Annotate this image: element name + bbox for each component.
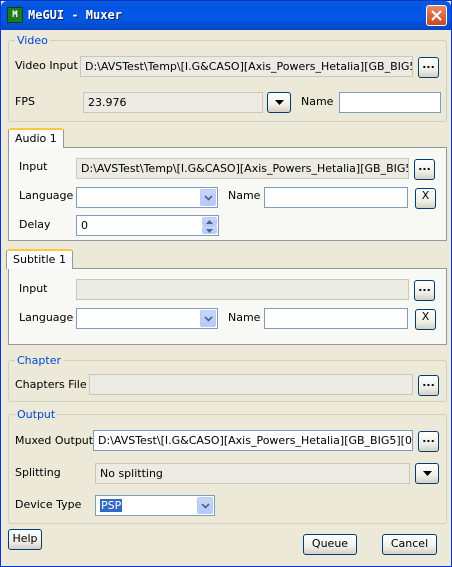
subtitle-language-label: Language	[19, 311, 74, 324]
video-browse-button[interactable]: ...	[418, 57, 439, 78]
video-name-field[interactable]	[339, 92, 441, 113]
cancel-button[interactable]: Cancel	[382, 534, 437, 555]
fps-dropdown-button[interactable]	[267, 92, 291, 113]
tab-subtitle-1[interactable]: Subtitle 1	[6, 249, 73, 269]
audio-delay-label: Delay	[19, 218, 51, 231]
muxer-window: M MeGUI - Muxer Video Video Input D:\AVS…	[0, 0, 452, 567]
chapters-file-label: Chapters File	[15, 378, 87, 391]
tab-audio-1-label: Audio 1	[15, 132, 57, 145]
subtitle-input-field[interactable]	[76, 279, 409, 300]
audio-language-dropdown[interactable]	[200, 189, 216, 206]
megui-app-icon: M	[7, 7, 23, 23]
splitting-dropdown-button[interactable]	[415, 463, 439, 484]
video-name-label: Name	[301, 95, 334, 108]
muxed-output-label: Muxed Output	[15, 434, 94, 447]
delay-spin-buttons[interactable]	[202, 217, 217, 234]
splitting-label: Splitting	[15, 466, 61, 479]
video-input-label: Video Input	[15, 59, 78, 72]
cancel-button-label: Cancel	[390, 537, 429, 550]
chapter-group: Chapter Chapters File ...	[8, 354, 447, 402]
arrow-up-icon	[206, 220, 213, 224]
audio-language-label: Language	[19, 189, 74, 202]
subtitle-clear-button[interactable]: X	[415, 309, 436, 330]
chapter-browse-button[interactable]: ...	[418, 375, 439, 396]
subtitle-input-label: Input	[19, 282, 48, 295]
audio-clear-button[interactable]: X	[415, 188, 436, 209]
device-type-label: Device Type	[15, 498, 82, 511]
audio-tab-panel: Input D:\AVSTest\Temp\[I.G&CASO][Axis_Po…	[8, 147, 447, 241]
fps-field[interactable]: 23.976	[83, 92, 263, 113]
video-group: Video Video Input D:\AVSTest\Temp\[I.G&C…	[8, 34, 447, 122]
subtitle-browse-button[interactable]: ...	[414, 280, 435, 301]
fps-label: FPS	[15, 95, 35, 108]
audio-name-field[interactable]	[264, 187, 408, 208]
output-group: Output Muxed Output D:\AVSTest\[I.G&CASO…	[8, 408, 447, 524]
subtitle-language-dropdown[interactable]	[200, 310, 216, 327]
output-group-title: Output	[15, 408, 58, 421]
subtitle-tab-panel: Input ... Language Name X	[8, 268, 447, 345]
chevron-down-icon	[204, 195, 213, 201]
chevron-down-icon	[423, 471, 432, 476]
chapter-group-title: Chapter	[15, 354, 63, 367]
video-input-field[interactable]: D:\AVSTest\Temp\[I.G&CASO][Axis_Powers_H…	[80, 56, 413, 77]
audio-name-label: Name	[228, 189, 261, 202]
output-browse-button[interactable]: ...	[418, 431, 439, 452]
chapters-file-field[interactable]	[89, 374, 413, 395]
close-icon	[431, 10, 442, 21]
subtitle-language-combo[interactable]	[76, 308, 218, 329]
queue-button[interactable]: Queue	[303, 534, 357, 555]
chevron-down-icon	[201, 503, 210, 509]
help-button-label: Help	[12, 532, 38, 545]
window-title: MeGUI - Muxer	[28, 8, 122, 22]
audio-delay-stepper[interactable]: 0	[76, 215, 219, 236]
audio-input-label: Input	[19, 160, 48, 173]
muxed-output-field[interactable]: D:\AVSTest\[I.G&CASO][Axis_Powers_Hetali…	[93, 430, 413, 451]
delay-down-button[interactable]	[202, 225, 217, 234]
device-type-combo[interactable]: PSP	[95, 495, 215, 516]
tab-audio-1[interactable]: Audio 1	[8, 128, 64, 148]
subtitle-name-label: Name	[228, 311, 261, 324]
delay-up-button[interactable]	[202, 217, 217, 226]
audio-language-combo[interactable]	[76, 187, 218, 208]
video-group-title: Video	[15, 34, 50, 47]
chevron-down-icon	[204, 316, 213, 322]
queue-button-label: Queue	[311, 537, 349, 550]
title-bar[interactable]: M MeGUI - Muxer	[1, 1, 451, 30]
audio-input-field[interactable]: D:\AVSTest\Temp\[I.G&CASO][Axis_Powers_H…	[76, 158, 409, 179]
close-button[interactable]	[426, 5, 447, 26]
subtitle-name-field[interactable]	[264, 308, 408, 329]
splitting-field[interactable]: No splitting	[95, 463, 410, 484]
chevron-down-icon	[275, 100, 284, 105]
help-button[interactable]: Help	[8, 529, 42, 550]
tab-subtitle-1-label: Subtitle 1	[13, 253, 66, 266]
audio-browse-button[interactable]: ...	[414, 159, 435, 180]
device-type-value: PSP	[100, 499, 123, 512]
device-type-dropdown[interactable]	[197, 497, 213, 514]
arrow-down-icon	[206, 228, 213, 233]
audio-delay-value: 0	[81, 219, 88, 232]
